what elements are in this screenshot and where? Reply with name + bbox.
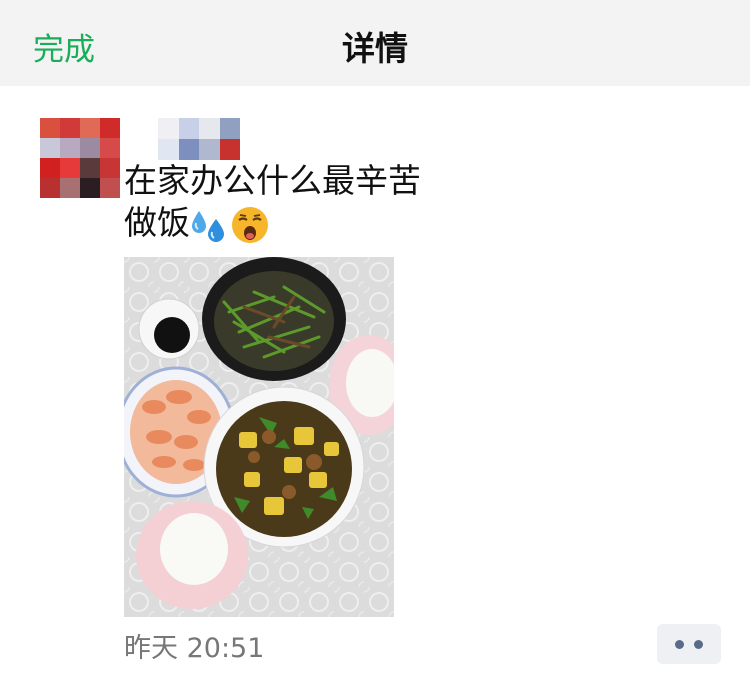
page-title: 详情: [342, 29, 408, 68]
more-dots-icon: [675, 640, 684, 649]
more-button[interactable]: [657, 624, 721, 664]
post-text: 在家办公什么最辛苦 做饭: [124, 160, 421, 245]
post-text-word: 做饭: [124, 203, 190, 242]
post-timestamp: 昨天 20:51: [124, 633, 265, 664]
food-photo-illustration: [124, 257, 394, 617]
post-text-line-2: 做饭: [124, 202, 421, 245]
nav-bar: 完成 详情: [0, 0, 750, 86]
more-dots-icon: [694, 640, 703, 649]
post-text-line-1: 在家办公什么最辛苦: [124, 161, 421, 200]
nickname[interactable]: [138, 118, 240, 160]
post-photo[interactable]: [124, 257, 394, 617]
yawning-face-icon: [232, 206, 268, 243]
avatar[interactable]: [40, 118, 120, 198]
sweat-droplets-icon: [192, 210, 224, 242]
